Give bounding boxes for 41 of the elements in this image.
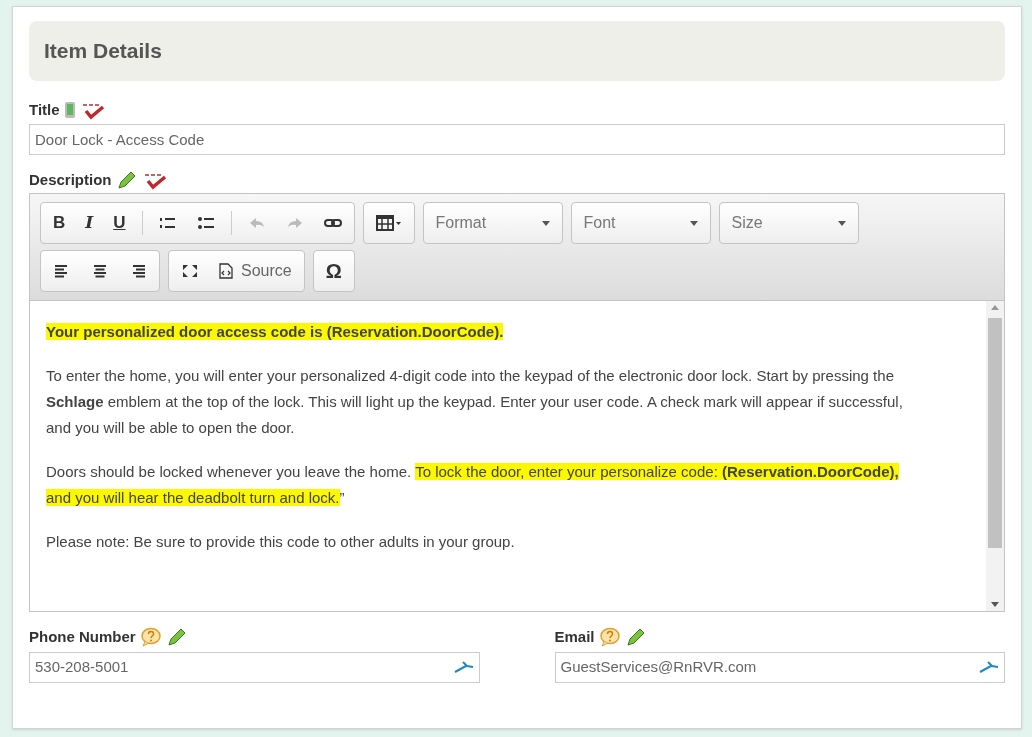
caret-icon bbox=[689, 220, 698, 226]
table-icon bbox=[375, 215, 402, 231]
maximize-icon bbox=[181, 263, 199, 279]
document-icon bbox=[219, 263, 233, 279]
redo-icon bbox=[285, 215, 304, 231]
numbered-list-icon bbox=[158, 215, 177, 231]
phone-icon bbox=[63, 101, 76, 120]
dropdown[interactable]: Format bbox=[422, 202, 563, 244]
caret-icon bbox=[541, 220, 550, 226]
scroll-down-icon bbox=[991, 602, 999, 607]
scroll-up-icon bbox=[991, 305, 999, 310]
tool-icon bbox=[453, 660, 474, 674]
source-button[interactable]: Source bbox=[211, 255, 300, 287]
field-label: Email bbox=[554, 627, 595, 647]
tool-icon bbox=[979, 660, 999, 674]
paragraph: To enter the home, you will enter your personalized 4-digit code into the keypad of the electronic door lock. Start by pressing the Schlage emblem at the top of the lock. This will light up the keypad. Enter your user code. A check mark will appear if successful, and you will be able to open the door. bbox=[46, 366, 904, 438]
field-label: Title bbox=[29, 100, 60, 120]
dropdown[interactable]: Font bbox=[570, 202, 711, 244]
help-icon bbox=[598, 627, 621, 648]
dropdown[interactable]: Size bbox=[718, 202, 859, 244]
field-label: Description bbox=[29, 169, 112, 190]
format-button[interactable]: U bbox=[105, 207, 134, 239]
field-label: Phone Number bbox=[29, 627, 136, 647]
contact-input[interactable]: 530-208-5001 bbox=[29, 651, 480, 683]
contact-input[interactable]: GuestServices@RnRVR.com bbox=[554, 651, 1005, 683]
pencil-icon bbox=[624, 627, 647, 648]
help-icon bbox=[139, 627, 162, 648]
title-input[interactable]: Door Lock - Access Code bbox=[29, 123, 1005, 155]
special-character-button[interactable]: Ω bbox=[317, 255, 350, 287]
pencil-icon bbox=[165, 627, 188, 648]
format-button[interactable]: I bbox=[77, 207, 102, 239]
align-center-icon bbox=[91, 263, 109, 279]
paragraph: Please note: Be sure to provide this code to other adults in your group. bbox=[46, 532, 516, 552]
format-button[interactable]: B bbox=[45, 207, 74, 239]
scrollbar-thumb[interactable] bbox=[988, 318, 1002, 548]
caret-icon bbox=[837, 220, 846, 226]
paragraph: Your personalized door access code is (Reservation.DoorCode). bbox=[46, 322, 505, 342]
bullet-list-icon bbox=[196, 215, 215, 231]
paragraph: Doors should be locked whenever you leave the home. To lock the door, enter your personalize code: (Reservation.DoorCode), and you will hear the deadbolt turn and lock.” bbox=[46, 462, 900, 508]
pencil-icon bbox=[115, 169, 138, 190]
section-title: Item Details bbox=[44, 38, 162, 65]
